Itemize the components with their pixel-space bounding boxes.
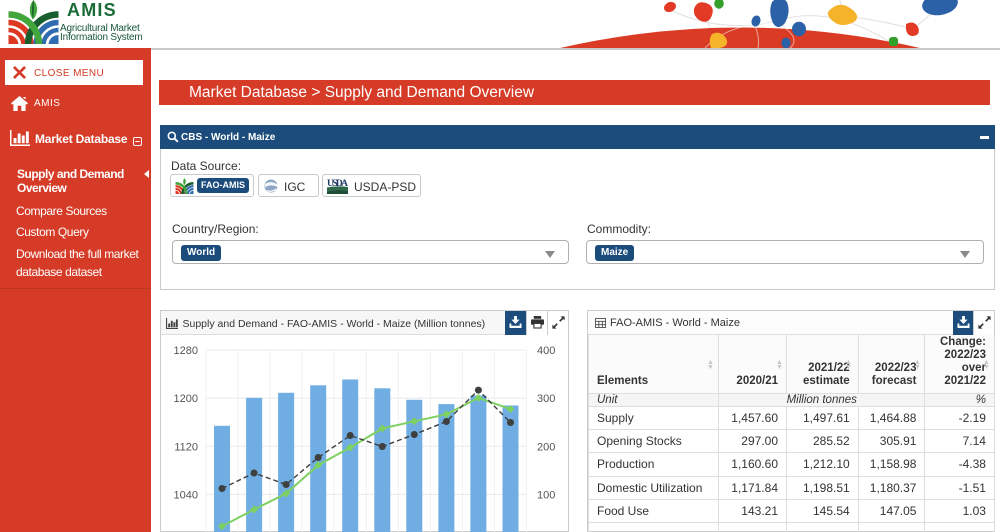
svg-text:1040: 1040	[174, 489, 198, 501]
svg-text:100: 100	[537, 489, 555, 501]
svg-text:1200: 1200	[174, 393, 198, 405]
svg-text:200: 200	[537, 441, 555, 453]
svg-text:1280: 1280	[174, 345, 198, 357]
svg-text:300: 300	[537, 393, 555, 405]
svg-text:1120: 1120	[174, 441, 198, 453]
svg-text:400: 400	[537, 345, 555, 357]
